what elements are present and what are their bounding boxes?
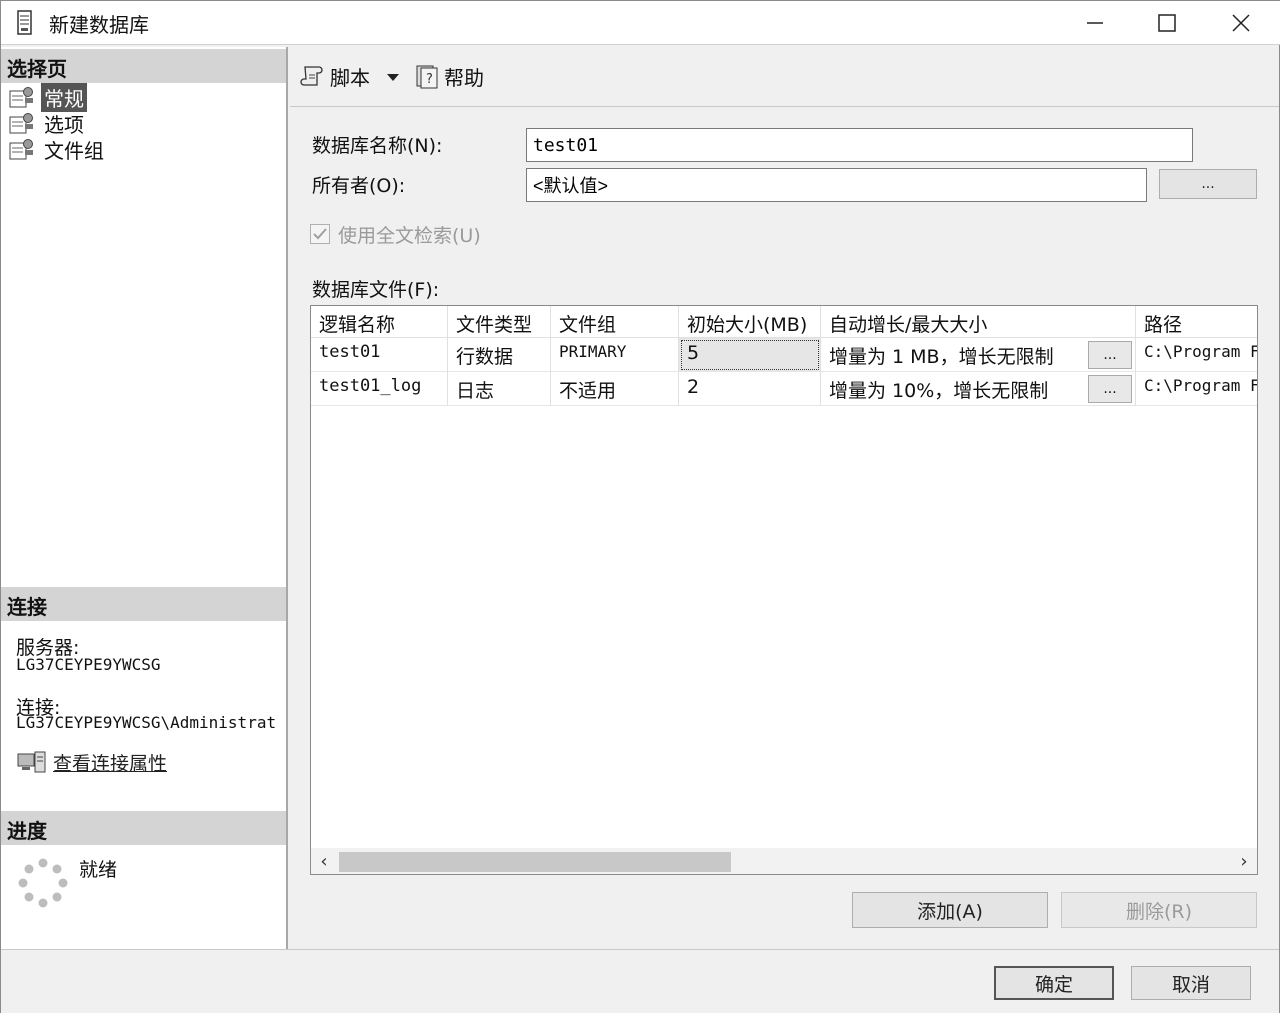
column-header-file-type[interactable]: 文件类型 <box>448 306 551 338</box>
cell-initial-size[interactable]: 2 <box>679 372 821 406</box>
settings-page-icon <box>9 138 35 160</box>
script-label: 脚本 <box>330 65 370 90</box>
fulltext-label: 使用全文检索(U) <box>338 225 481 247</box>
owner-label: 所有者(O): <box>312 175 406 197</box>
cell-file-type[interactable]: 行数据 <box>448 338 551 372</box>
help-button[interactable]: ? 帮助 <box>414 61 484 91</box>
connection-header: 连接 <box>1 587 286 621</box>
server-value: LG37CEYPE9YWCSG <box>16 655 161 674</box>
script-dropdown-button[interactable] <box>386 61 400 91</box>
page-item-label: 常规 <box>41 82 87 112</box>
progress-spinner-icon <box>17 857 69 909</box>
page-item-label: 文件组 <box>44 138 104 163</box>
progress-status: 就绪 <box>79 859 118 881</box>
scroll-right-icon[interactable]: › <box>1231 848 1257 874</box>
page-item-options[interactable]: 选项 <box>9 110 87 137</box>
page-item-general[interactable]: 常规 <box>9 82 87 112</box>
fulltext-checkbox[interactable] <box>310 224 330 244</box>
scroll-left-icon[interactable]: ‹ <box>311 848 337 874</box>
db-name-label: 数据库名称(N): <box>312 135 443 157</box>
cell-logical-name[interactable]: test01_log <box>311 372 448 406</box>
cell-path[interactable]: C:\Program F <box>1136 372 1257 406</box>
database-icon <box>15 10 35 36</box>
database-files-grid: 逻辑名称 文件类型 文件组 初始大小(MB) 自动增长/最大大小 路径 test… <box>310 305 1258 875</box>
column-header-filegroup[interactable]: 文件组 <box>551 306 679 338</box>
column-header-initial-size[interactable]: 初始大小(MB) <box>679 306 821 338</box>
column-header-autogrowth[interactable]: 自动增长/最大大小 <box>821 306 1136 338</box>
owner-input[interactable] <box>526 168 1147 202</box>
ok-button[interactable]: 确定 <box>994 966 1114 1000</box>
title-bar: 新建数据库 <box>1 1 1280 45</box>
owner-browse-button[interactable]: ... <box>1159 169 1257 199</box>
window-title: 新建数据库 <box>49 13 149 37</box>
toolbar: 脚本 ? 帮助 <box>290 47 1279 107</box>
column-header-logical-name[interactable]: 逻辑名称 <box>311 306 448 338</box>
maximize-button[interactable] <box>1131 1 1203 45</box>
add-button[interactable]: 添加(A) <box>852 892 1048 928</box>
autogrowth-browse-button[interactable]: ... <box>1088 341 1132 369</box>
script-icon <box>300 63 326 89</box>
cell-filegroup[interactable]: 不适用 <box>551 372 679 406</box>
script-button[interactable]: 脚本 <box>300 61 370 91</box>
database-files-label: 数据库文件(F): <box>312 279 440 301</box>
minimize-button[interactable] <box>1059 1 1131 45</box>
settings-page-icon <box>9 112 35 134</box>
remove-button[interactable]: 删除(R) <box>1061 892 1257 928</box>
db-name-input[interactable] <box>526 128 1193 162</box>
dialog-footer: 确定 取消 <box>1 949 1279 1013</box>
horizontal-scrollbar[interactable]: ‹ › <box>311 848 1257 874</box>
main-panel: 脚本 ? 帮助 数据库名称(N): 所有者(O): ... 使用全文检索(U) … <box>290 47 1279 949</box>
svg-text:?: ? <box>426 72 433 87</box>
column-header-path[interactable]: 路径 <box>1136 306 1257 338</box>
left-panel: 选择页 常规 选项 文件组 连接 服务器: LG37CEYPE9YWCSG 连接… <box>1 47 288 949</box>
view-connection-properties-link[interactable]: 查看连接属性 <box>53 749 167 776</box>
progress-header: 进度 <box>1 811 286 845</box>
connection-value: LG37CEYPE9YWCSG\Administrat <box>16 713 277 732</box>
new-database-window: 新建数据库 选择页 常规 选项 文件组 连接 服务器: LG37CEYPE9YW… <box>0 0 1280 1013</box>
close-button[interactable] <box>1205 1 1277 45</box>
cell-path[interactable]: C:\Program F <box>1136 338 1257 372</box>
connection-properties-icon <box>17 750 47 776</box>
select-page-header: 选择页 <box>1 49 286 83</box>
page-item-label: 选项 <box>44 112 84 137</box>
cancel-button[interactable]: 取消 <box>1131 966 1251 1000</box>
cell-logical-name[interactable]: test01 <box>311 338 448 372</box>
settings-page-icon <box>9 86 35 108</box>
autogrowth-browse-button[interactable]: ... <box>1088 375 1132 403</box>
cell-filegroup[interactable]: PRIMARY <box>551 338 679 372</box>
help-label: 帮助 <box>444 65 484 90</box>
cell-initial-size[interactable]: 5 <box>679 338 821 372</box>
cell-file-type[interactable]: 日志 <box>448 372 551 406</box>
page-item-filegroups[interactable]: 文件组 <box>9 136 107 163</box>
checkmark-icon <box>313 228 327 240</box>
scrollbar-thumb[interactable] <box>339 852 731 872</box>
help-icon: ? <box>414 63 440 89</box>
chevron-down-icon <box>386 64 400 88</box>
